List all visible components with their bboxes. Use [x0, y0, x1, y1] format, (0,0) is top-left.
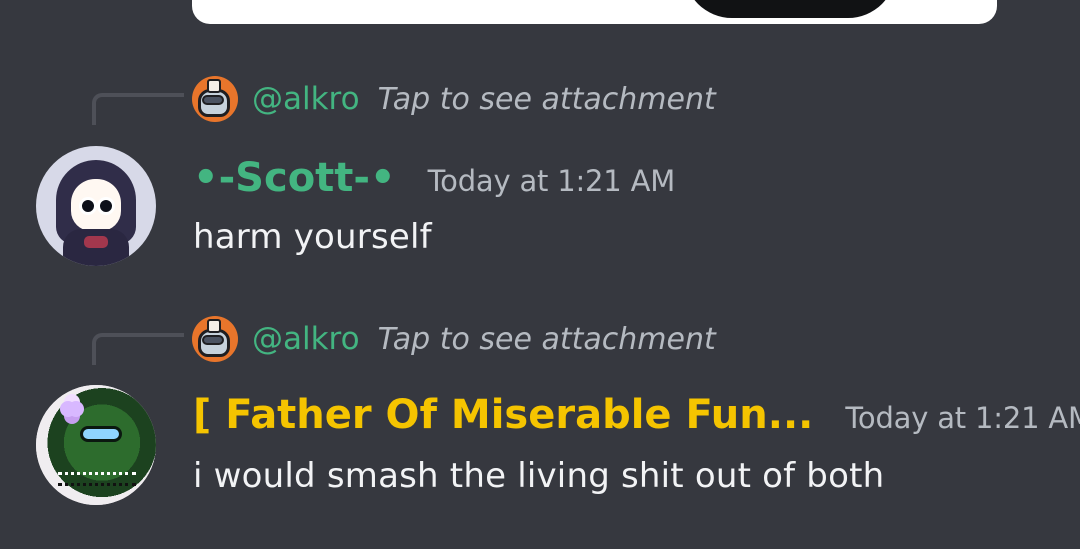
reply-author[interactable]: @alkro	[252, 81, 360, 117]
author-name[interactable]: [ Father Of Miserable Fun...	[193, 392, 813, 438]
crewmate-avatar-icon	[192, 316, 238, 362]
crewmate-visor-shape	[202, 95, 224, 105]
lace-trim-shape	[58, 472, 136, 486]
green-crewmate-visor-shape	[80, 426, 122, 442]
attachment-image-shape	[684, 0, 896, 18]
reply-spine	[92, 333, 184, 365]
reply-reference[interactable]: @alkro Tap to see attachment	[192, 314, 716, 364]
flower-accent-shape	[60, 401, 76, 417]
message-timestamp: Today at 1:21 AM	[845, 401, 1080, 435]
reply-reference[interactable]: @alkro Tap to see attachment	[192, 74, 716, 124]
crewmate-visor-shape	[202, 335, 224, 345]
avatar-bow-shape	[84, 236, 108, 248]
reply-preview[interactable]: Tap to see attachment	[378, 322, 716, 357]
crewmate-avatar-icon	[192, 76, 238, 122]
crewmate-hat-shape	[207, 79, 221, 93]
message-header: •-Scott-• Today at 1:21 AM	[193, 155, 675, 201]
message-text[interactable]: i would smash the living shit out of bot…	[193, 456, 884, 496]
green-crewmate-avatar-icon[interactable]	[36, 385, 156, 505]
reply-preview[interactable]: Tap to see attachment	[378, 82, 716, 117]
author-name[interactable]: •-Scott-•	[193, 155, 396, 201]
green-crewmate-background-shape	[36, 385, 156, 505]
avatar-left-eye-shape	[79, 197, 97, 215]
message-text[interactable]: harm yourself	[193, 217, 432, 257]
message-header: [ Father Of Miserable Fun... Today at 1:…	[193, 392, 1080, 438]
reply-spine	[92, 93, 184, 125]
reply-author[interactable]: @alkro	[252, 321, 360, 357]
previous-attachment-preview[interactable]	[192, 0, 997, 24]
message-timestamp: Today at 1:21 AM	[427, 164, 676, 198]
anime-girl-avatar-icon[interactable]	[36, 146, 156, 266]
avatar-right-eye-shape	[97, 197, 115, 215]
crewmate-hat-shape	[207, 319, 221, 333]
